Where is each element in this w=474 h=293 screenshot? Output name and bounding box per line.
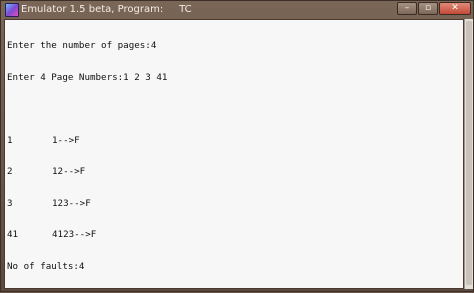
page-number: 2	[7, 166, 13, 177]
console-output: Enter the number of pages:4 Enter 4 Page…	[7, 20, 463, 293]
page-number: 3	[7, 197, 13, 209]
vertical-scrollbar[interactable]	[464, 19, 473, 289]
result-row: 41 4123-->F	[7, 229, 463, 241]
console-line: Enter the number of pages:4	[7, 40, 157, 51]
app-icon	[5, 3, 19, 17]
result-row: 1 1-->F	[7, 134, 463, 147]
close-button[interactable]: ✕	[439, 2, 471, 15]
console-line: Enter 4 Page Numbers:1 2 3 41	[7, 71, 168, 83]
result-row: 2 12-->F	[7, 166, 463, 178]
frame-state: 123-->F	[52, 197, 91, 209]
title-bar[interactable]: Emulator 1.5 beta, Program: TC – ▫ ✕	[1, 1, 473, 19]
maximize-button[interactable]: ▫	[418, 2, 438, 15]
scrollbar-thumb[interactable]	[466, 21, 472, 285]
frame-state: 1-->F	[52, 134, 80, 146]
minimize-button[interactable]: –	[397, 2, 417, 15]
emulator-window: Emulator 1.5 beta, Program: TC – ▫ ✕ Ent…	[0, 0, 474, 292]
page-number: 41	[7, 229, 19, 240]
frame-state: 4123-->F	[52, 229, 97, 240]
result-row: 3 123-->F	[7, 197, 463, 210]
fault-count: No of faults:4	[7, 260, 85, 272]
window-title: Emulator 1.5 beta, Program: TC	[21, 4, 192, 15]
page-number: 1	[7, 134, 13, 146]
console-area[interactable]: Enter the number of pages:4 Enter 4 Page…	[4, 19, 464, 289]
frame-state: 12-->F	[52, 166, 86, 177]
